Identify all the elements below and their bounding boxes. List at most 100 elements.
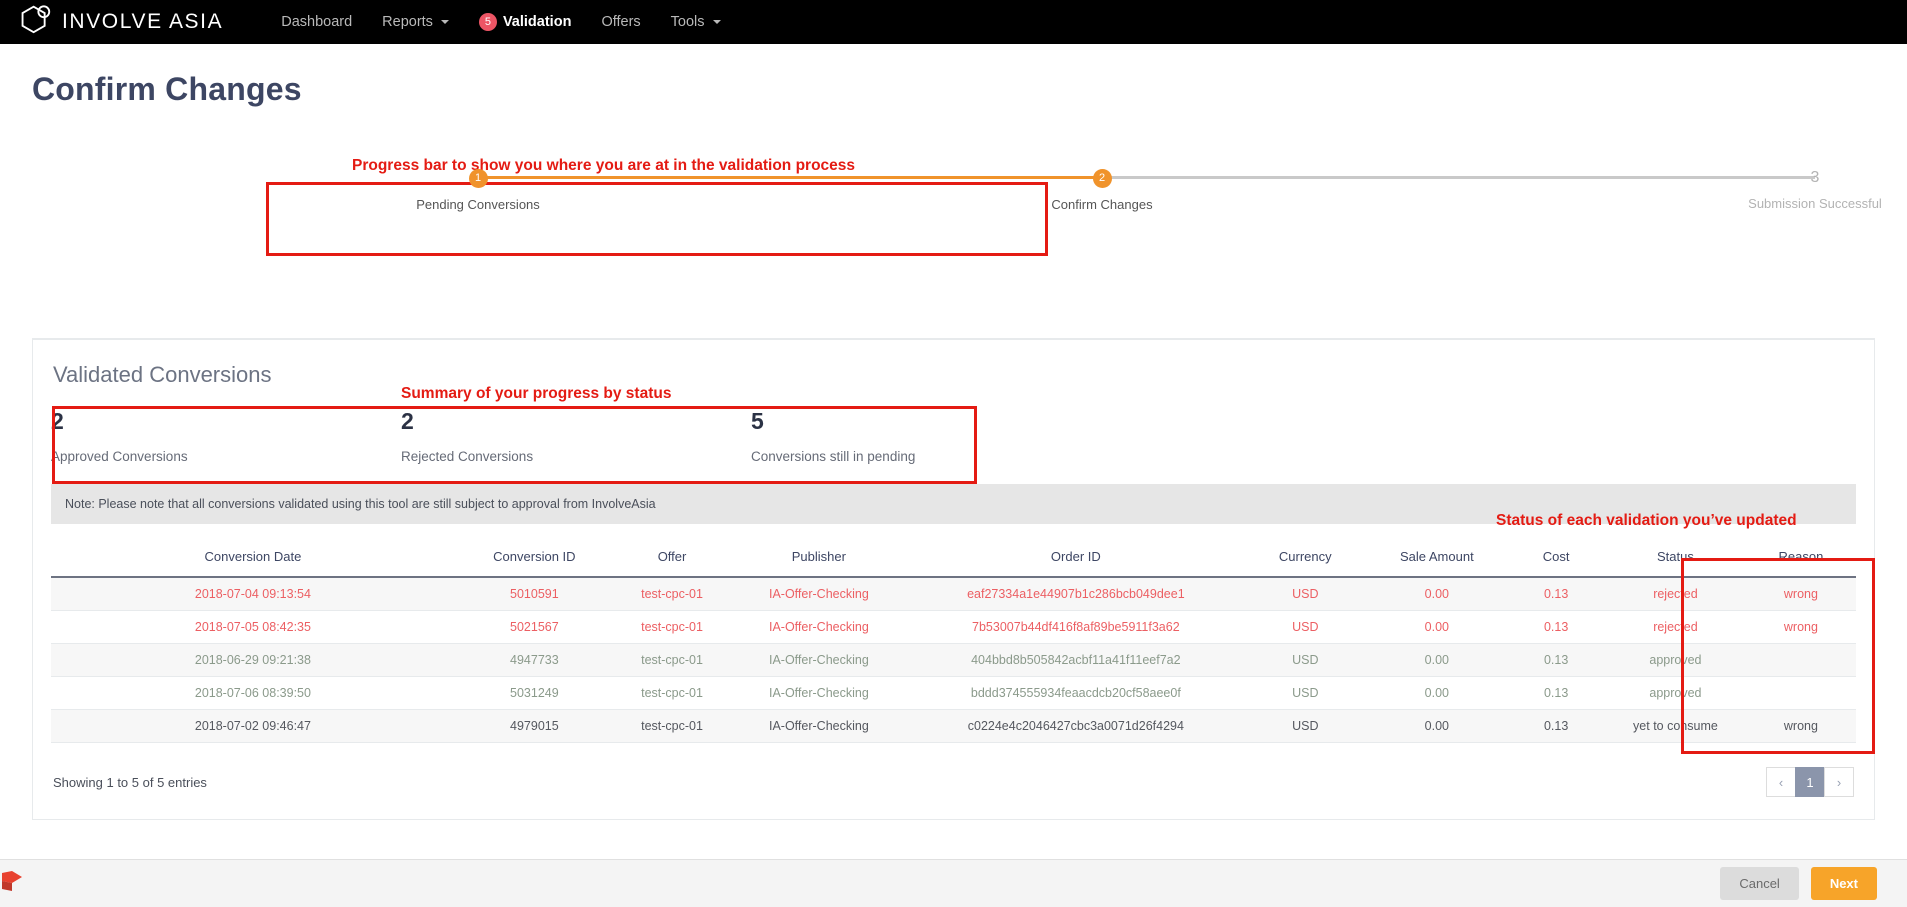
nav-item-reports[interactable]: Reports	[382, 14, 449, 30]
table-row[interactable]: 2018-07-04 09:13:54 5010591 test-cpc-01 …	[51, 577, 1856, 611]
cell-offer: test-cpc-01	[613, 709, 731, 743]
nav-label-validation: Validation	[502, 14, 572, 30]
table-body: 2018-07-04 09:13:54 5010591 test-cpc-01 …	[51, 577, 1856, 743]
cancel-button[interactable]: Cancel	[1720, 867, 1799, 900]
cell-order-id: bddd374555934feaacdcb20cf58aee0f	[907, 676, 1245, 710]
top-navbar: INVOLVE ASIA Dashboard Reports 5 Validat…	[0, 0, 1907, 44]
nav-links: Dashboard Reports 5 Validation Offers To…	[281, 13, 721, 31]
cell-sale-amount: 0.00	[1366, 709, 1508, 743]
cell-conversion-date: 2018-06-29 09:21:38	[51, 643, 455, 677]
col-sale-amount[interactable]: Sale Amount	[1366, 542, 1508, 578]
nav-item-tools[interactable]: Tools	[671, 14, 721, 30]
cell-conversion-date: 2018-07-02 09:46:47	[51, 709, 455, 743]
cell-status: approved	[1605, 676, 1746, 710]
col-publisher[interactable]: Publisher	[730, 542, 908, 578]
table-row[interactable]: 2018-07-02 09:46:47 4979015 test-cpc-01 …	[51, 709, 1856, 743]
table-header-row: Conversion Date Conversion ID Offer Publ…	[51, 542, 1856, 578]
cell-currency: USD	[1244, 709, 1367, 743]
wizard-step-1-number: 1	[468, 168, 488, 188]
cell-status: rejected	[1605, 610, 1746, 644]
chevron-down-icon	[712, 20, 721, 24]
col-currency[interactable]: Currency	[1244, 542, 1367, 578]
cell-currency: USD	[1244, 610, 1367, 644]
cell-publisher: IA-Offer-Checking	[730, 577, 908, 611]
cell-conversion-date: 2018-07-04 09:13:54	[51, 577, 455, 611]
next-button[interactable]: Next	[1810, 867, 1877, 900]
pagination-prev-button[interactable]: ‹	[1766, 767, 1796, 797]
col-conversion-date[interactable]: Conversion Date	[51, 542, 455, 578]
cell-reason	[1745, 676, 1856, 710]
stat-approved-value: 2	[51, 408, 64, 434]
cell-offer: test-cpc-01	[613, 643, 731, 677]
annotation-status: Status of each validation you’ve updated	[1496, 512, 1797, 529]
progress-wizard: 1 Pending Conversions 2 Confirm Changes …	[230, 168, 1882, 214]
nav-item-dashboard[interactable]: Dashboard	[281, 14, 352, 30]
cell-publisher: IA-Offer-Checking	[730, 610, 908, 644]
cell-cost: 0.13	[1507, 577, 1606, 611]
col-reason[interactable]: Reason	[1745, 542, 1856, 578]
cell-conversion-id: 4947733	[454, 643, 614, 677]
wizard-step-1[interactable]: 1 Pending Conversions	[378, 168, 578, 212]
cell-order-id: eaf27334a1e44907b1c286bcb049dee1	[907, 577, 1245, 611]
wizard-line-complete	[478, 176, 1105, 179]
cell-conversion-date: 2018-07-06 08:39:50	[51, 676, 455, 710]
table-row[interactable]: 2018-07-05 08:42:35 5021567 test-cpc-01 …	[51, 610, 1856, 644]
col-offer[interactable]: Offer	[613, 542, 731, 578]
cell-order-id: 7b53007b44df416f8af89be5911f3a62	[907, 610, 1245, 644]
pagination: ‹ 1 ›	[1766, 767, 1854, 797]
cell-conversion-id: 5031249	[454, 676, 614, 710]
nav-item-validation[interactable]: 5 Validation	[478, 13, 572, 31]
table-row[interactable]: 2018-06-29 09:21:38 4947733 test-cpc-01 …	[51, 643, 1856, 677]
cell-status: approved	[1605, 643, 1746, 677]
cell-cost: 0.13	[1507, 643, 1606, 677]
stat-pending-value: 5	[751, 408, 764, 434]
stat-rejected: 2 Rejected Conversions	[401, 410, 751, 465]
brand-name: INVOLVE ASIA	[62, 10, 224, 33]
table-head: Conversion Date Conversion ID Offer Publ…	[51, 542, 1856, 578]
nav-label-reports: Reports	[382, 14, 433, 30]
col-conversion-id[interactable]: Conversion ID	[454, 542, 614, 578]
cell-reason: wrong	[1745, 709, 1856, 743]
cell-cost: 0.13	[1507, 610, 1606, 644]
wizard-step-2[interactable]: 2 Confirm Changes	[1002, 168, 1202, 212]
cell-order-id: 404bbd8b505842acbf11a41f11eef7a2	[907, 643, 1245, 677]
nav-label-offers: Offers	[601, 14, 641, 30]
col-order-id[interactable]: Order ID	[907, 542, 1245, 578]
cell-conversion-date: 2018-07-05 08:42:35	[51, 610, 455, 644]
bottom-action-bar: Cancel Next	[0, 859, 1907, 907]
pagination-page-1[interactable]: 1	[1795, 767, 1825, 797]
stat-pending: 5 Conversions still in pending	[751, 408, 1101, 465]
pagination-next-button[interactable]: ›	[1824, 767, 1854, 797]
cell-reason: wrong	[1745, 577, 1856, 611]
cell-offer: test-cpc-01	[613, 577, 731, 611]
cell-order-id: c0224e4c2046427cbc3a0071d26f4294	[907, 709, 1245, 743]
cell-publisher: IA-Offer-Checking	[730, 676, 908, 710]
cell-offer: test-cpc-01	[613, 610, 731, 644]
validation-count-badge: 5	[478, 13, 497, 31]
cell-status: yet to consume	[1605, 709, 1746, 743]
wizard-step-2-label: Confirm Changes	[1051, 196, 1153, 212]
cell-currency: USD	[1244, 676, 1367, 710]
table-row[interactable]: 2018-07-06 08:39:50 5031249 test-cpc-01 …	[51, 676, 1856, 710]
cell-currency: USD	[1244, 577, 1367, 611]
chevron-down-icon	[440, 20, 449, 24]
cell-conversion-id: 4979015	[454, 709, 614, 743]
brand-logo[interactable]: INVOLVE ASIA	[20, 4, 223, 40]
nav-item-offers[interactable]: Offers	[601, 14, 640, 30]
table-footer: Showing 1 to 5 of 5 entries ‹ 1 ›	[33, 743, 1874, 819]
col-cost[interactable]: Cost	[1507, 542, 1606, 578]
annotation-summary: Summary of your progress by status	[401, 385, 672, 402]
wizard-step-3[interactable]: 3 Submission Successful	[1715, 168, 1907, 212]
hexagon-logo-icon	[20, 4, 54, 40]
col-status[interactable]: Status	[1605, 542, 1746, 578]
stat-approved-label: Approved Conversions	[51, 449, 188, 464]
conversions-table: Conversion Date Conversion ID Offer Publ…	[51, 542, 1856, 743]
cell-reason: wrong	[1745, 610, 1856, 644]
cell-sale-amount: 0.00	[1366, 643, 1508, 677]
validated-conversions-card: Validated Conversions 2 Approved Convers…	[32, 338, 1875, 820]
wizard-step-1-label: Pending Conversions	[416, 196, 540, 212]
cell-sale-amount: 0.00	[1366, 610, 1508, 644]
cell-reason	[1745, 643, 1856, 677]
stat-approved: 2 Approved Conversions	[51, 408, 401, 465]
cell-currency: USD	[1244, 643, 1367, 677]
